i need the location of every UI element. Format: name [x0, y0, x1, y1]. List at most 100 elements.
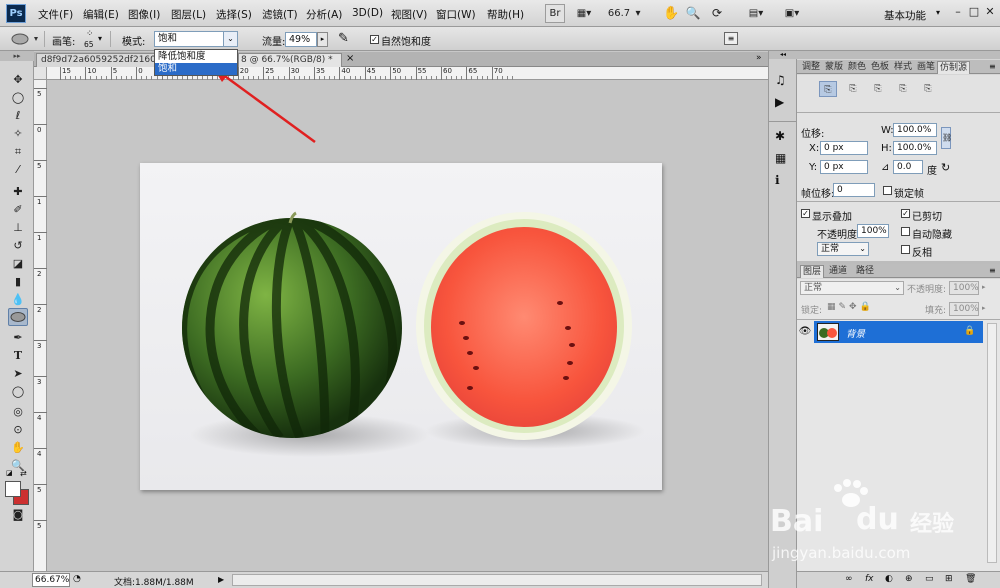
bridge-button[interactable]: Br — [545, 4, 565, 23]
airbrush-icon[interactable]: ✎ — [338, 31, 349, 46]
fill-input[interactable]: 100% — [949, 302, 979, 316]
menu-analysis[interactable]: 分析(A) — [306, 7, 342, 22]
restore-button[interactable]: □ — [966, 5, 982, 19]
tab-adjustments[interactable]: 调整 — [800, 61, 822, 74]
arrange-documents-icon[interactable]: ▤▾ — [742, 4, 770, 23]
angle-input[interactable]: 0.0 — [893, 160, 923, 174]
offset-y-input[interactable]: 0 px — [820, 160, 868, 174]
close-window-button[interactable]: ✕ — [982, 5, 998, 19]
tab-channels[interactable]: 通道 — [827, 265, 849, 278]
reset-transform-icon[interactable]: ↻ — [941, 161, 950, 174]
zoom-tool-icon[interactable]: 🔍 — [684, 4, 702, 23]
clone-source-2-icon[interactable]: ⎘ — [844, 81, 862, 97]
workspace-dropdown-icon[interactable]: ▾ — [936, 8, 940, 17]
tab-layers[interactable]: 图层 — [800, 265, 825, 278]
brush-picker[interactable]: ⁘ 65 ▾ — [80, 29, 106, 49]
workspace-switcher[interactable]: 基本功能 — [884, 8, 926, 23]
menu-help[interactable]: 帮助(H) — [487, 7, 524, 22]
collapse-icon[interactable]: ▸▸ — [0, 51, 34, 61]
height-scale-input[interactable]: 100.0% — [893, 141, 937, 155]
hand-tool-icon[interactable]: ✋ — [662, 4, 680, 23]
layer-opacity-input[interactable]: 100% — [949, 281, 979, 295]
panel-toggle-icon[interactable]: ≡ — [724, 32, 738, 45]
quick-select-tool-icon[interactable]: ✧ — [10, 126, 26, 142]
gradient-tool-icon[interactable]: ▮ — [10, 274, 26, 290]
marquee-tool-icon[interactable]: ◯ — [10, 90, 26, 106]
layer-blend-select[interactable]: 正常 ⌄ — [800, 281, 904, 295]
opacity-slider-icon[interactable]: ▸ — [982, 283, 986, 291]
history-brush-tool-icon[interactable]: ↺ — [10, 238, 26, 254]
rotate-view-icon[interactable]: ⟳ — [708, 4, 726, 23]
tab-swatches[interactable]: 色板 — [869, 61, 891, 74]
menu-3d[interactable]: 3D(D) — [352, 7, 383, 19]
vibrance-checkbox[interactable]: ✓ — [370, 35, 379, 44]
eyedropper-tool-icon[interactable]: ⁄ — [10, 162, 26, 178]
tab-color[interactable]: 颜色 — [846, 61, 868, 74]
quick-mask-icon[interactable]: ◙ — [10, 507, 26, 523]
menu-layer[interactable]: 图层(L) — [171, 7, 206, 22]
eye-icon[interactable]: 👁 — [797, 322, 813, 342]
overlay-blend-select[interactable]: 正常 ⌄ — [817, 242, 869, 256]
3d-rotate-tool-icon[interactable]: ◎ — [10, 404, 26, 420]
collapse-dock-icon[interactable]: ◂◂ — [769, 51, 797, 59]
3d-orbit-tool-icon[interactable]: ⊙ — [10, 422, 26, 438]
tab-styles[interactable]: 样式 — [892, 61, 914, 74]
mode-option-saturate[interactable]: 饱和 — [155, 63, 237, 75]
menu-select[interactable]: 选择(S) — [216, 7, 252, 22]
clone-source-1-icon[interactable]: ⎘ — [819, 81, 837, 97]
flow-slider-button[interactable]: ▸ — [317, 32, 328, 47]
clone-source-5-icon[interactable]: ⎘ — [919, 81, 937, 97]
tab-brushes[interactable]: 画笔 — [915, 61, 937, 74]
link-icon[interactable]: ⛓ — [941, 127, 952, 149]
histogram-panel-icon[interactable]: ▦ — [775, 151, 786, 165]
info-panel-icon[interactable]: ℹ — [775, 173, 780, 187]
zoom-dropdown-icon[interactable]: ▾ — [632, 4, 644, 23]
layer-row-background[interactable]: 背景 🔒 — [814, 321, 983, 343]
clipped-checkbox[interactable]: ✓ — [901, 209, 910, 218]
lock-frame-checkbox[interactable] — [883, 186, 892, 195]
tab-paths[interactable]: 路径 — [854, 265, 876, 278]
3d-panel-icon[interactable]: ✱ — [775, 129, 785, 143]
default-colors-icon[interactable]: ◪ — [6, 469, 13, 477]
tool-preset-picker[interactable] — [10, 31, 40, 47]
sponge-tool-icon[interactable] — [8, 308, 28, 326]
document-canvas[interactable] — [140, 163, 662, 490]
horizontal-scrollbar[interactable] — [232, 574, 762, 586]
flow-input[interactable]: 49% — [285, 32, 317, 47]
view-extras-button[interactable]: ▦▾ — [570, 4, 598, 23]
crop-tool-icon[interactable]: ⌗ — [10, 144, 26, 160]
lasso-tool-icon[interactable]: ℓ — [10, 108, 26, 124]
swap-colors-icon[interactable]: ⇄ — [20, 469, 27, 478]
mode-option-desaturate[interactable]: 降低饱和度 — [155, 51, 237, 63]
overlay-opacity-input[interactable]: 100% — [857, 224, 889, 238]
tab-clone-source[interactable]: 仿制源 — [937, 61, 971, 74]
actions-panel-icon[interactable]: ▶ — [775, 95, 784, 109]
path-select-tool-icon[interactable]: ➤ — [10, 366, 26, 382]
menu-image[interactable]: 图像(I) — [128, 7, 160, 22]
move-tool-icon[interactable]: ✥ — [10, 72, 26, 88]
close-tab-icon[interactable]: × — [346, 53, 354, 64]
mode-select[interactable]: 饱和 ⌄ — [154, 31, 238, 47]
status-menu-icon[interactable]: ▶ — [218, 575, 224, 584]
clone-source-3-icon[interactable]: ⎘ — [869, 81, 887, 97]
menu-filter[interactable]: 滤镜(T) — [262, 7, 298, 22]
clone-stamp-tool-icon[interactable]: ⊥ — [10, 220, 26, 236]
tab-masks[interactable]: 蒙版 — [823, 61, 845, 74]
show-overlay-checkbox[interactable]: ✓ — [801, 209, 810, 218]
history-panel-icon[interactable]: ♫ — [775, 73, 786, 87]
menu-window[interactable]: 窗口(W) — [436, 7, 476, 22]
menu-file[interactable]: 文件(F) — [38, 7, 73, 22]
ruler-origin[interactable] — [34, 67, 47, 80]
offset-x-input[interactable]: 0 px — [820, 141, 868, 155]
menu-view[interactable]: 视图(V) — [391, 7, 427, 22]
brush-tool-icon[interactable]: ✐ — [10, 202, 26, 218]
eraser-tool-icon[interactable]: ◪ — [10, 256, 26, 272]
panel-menu-icon[interactable]: ≡ — [989, 62, 996, 71]
foreground-color-swatch[interactable] — [5, 481, 21, 497]
type-tool-icon[interactable]: T — [10, 348, 26, 364]
auto-hide-checkbox[interactable] — [901, 227, 910, 236]
clone-source-4-icon[interactable]: ⎘ — [894, 81, 912, 97]
zoom-input[interactable]: 66.67% — [32, 573, 70, 587]
minimize-button[interactable]: – — [950, 5, 966, 19]
width-scale-input[interactable]: 100.0% — [893, 123, 937, 137]
